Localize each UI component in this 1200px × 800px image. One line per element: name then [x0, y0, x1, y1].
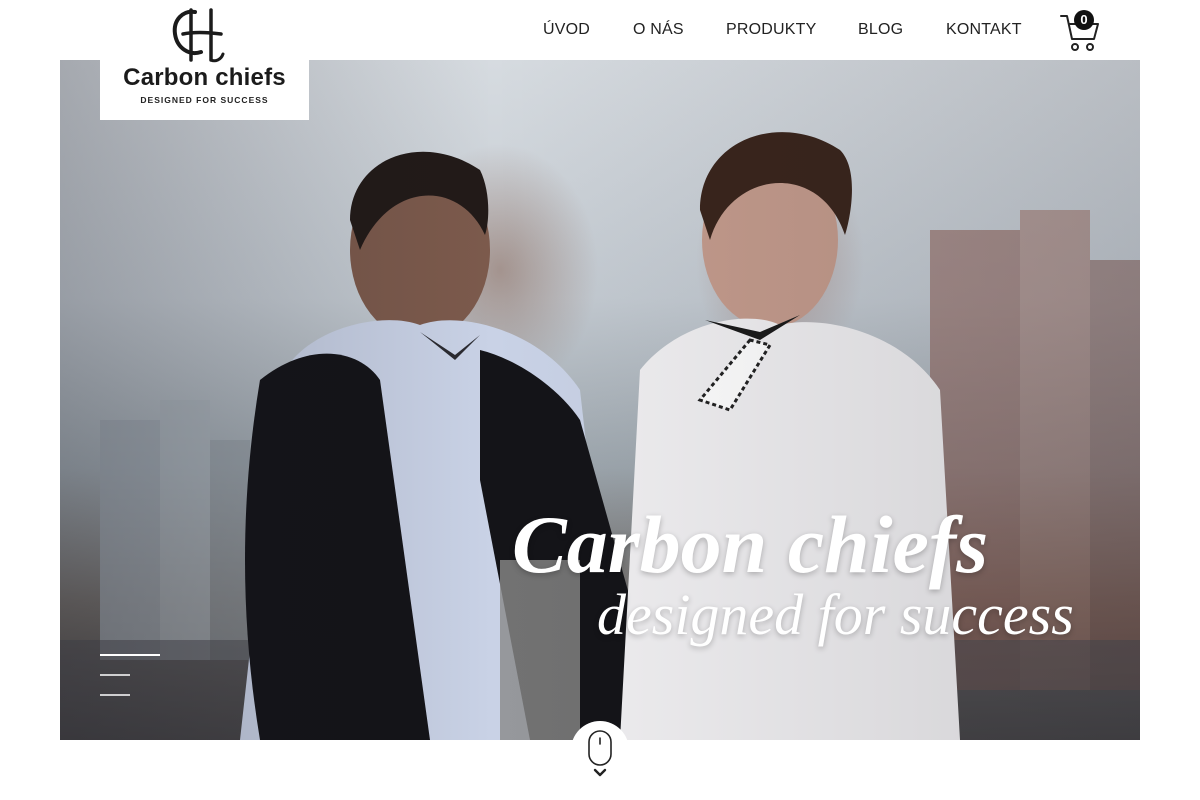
slide-indicator-active[interactable] [100, 654, 160, 656]
mouse-scroll-icon [588, 730, 612, 777]
page: ÚVOD O NÁS PRODUKTY BLOG KONTAKT 0 Carbo… [0, 0, 1200, 800]
logo-tagline: DESIGNED FOR SUCCESS [140, 95, 269, 105]
hero-subtitle: designed for success [597, 582, 1074, 647]
monogram-logo-icon [172, 8, 225, 63]
hero-title: Carbon chiefs [512, 499, 989, 590]
logo[interactable]: Carbon chiefs DESIGNED FOR SUCCESS [100, 0, 309, 120]
nav-item-uvod[interactable]: ÚVOD [543, 20, 590, 40]
cart-button[interactable]: 0 [1058, 8, 1102, 52]
scroll-down-button[interactable] [571, 721, 629, 779]
slide-indicator[interactable] [100, 694, 130, 696]
nav-item-produkty[interactable]: PRODUKTY [726, 20, 817, 40]
nav-item-kontakt[interactable]: KONTAKT [946, 20, 1022, 40]
slider-navigation[interactable] [100, 654, 160, 698]
nav-item-blog[interactable]: BLOG [858, 20, 903, 40]
cart-count-badge: 0 [1074, 10, 1094, 30]
nav-item-o-nas[interactable]: O NÁS [633, 20, 684, 40]
logo-wordmark: Carbon chiefs [123, 64, 286, 91]
hero-banner: Carbon chiefs designed for success [60, 60, 1140, 740]
slide-indicator[interactable] [100, 674, 130, 676]
